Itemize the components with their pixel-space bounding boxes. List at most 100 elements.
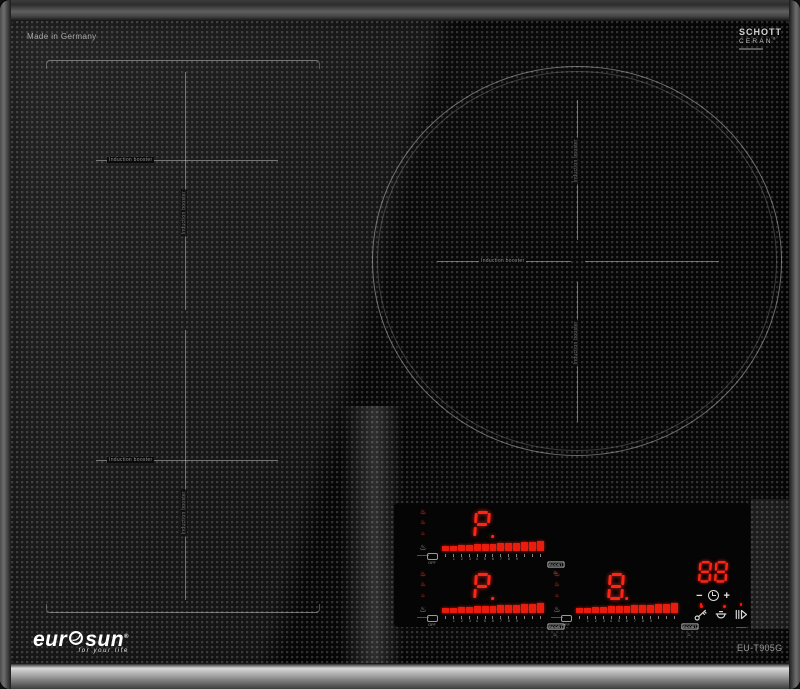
power-tick: 2 [458,616,466,624]
zone-booster-label: Induction booster [107,457,155,463]
keep-warm-key-icon[interactable]: ♨ [414,604,432,615]
bar-segment [481,606,489,613]
left-zones-bottom-bracket [46,604,320,613]
keep-warm-indicators: ♨ ♨ ♨ ♨ [414,569,432,618]
bar-segment [607,606,615,613]
power-level-display [472,573,495,601]
power-tick [520,616,528,624]
keep-warm-low-icon: ♨ [420,593,426,599]
bar-segment [442,608,449,613]
power-tick: 5 [481,616,489,624]
clock-icon[interactable] [707,590,719,601]
bar-segment [513,604,521,613]
timer-plus-key[interactable]: + [724,590,730,601]
power-tick: 1 [450,554,458,562]
power-level-bar[interactable] [442,540,544,551]
pause-led [739,603,742,606]
power-tick: 8 [505,616,513,624]
boost-key[interactable]: BOOST ♨ [680,615,699,638]
keep-warm-low-icon: ♨ [420,531,426,537]
power-off-key[interactable]: OFF [422,615,442,627]
power-level-bar[interactable] [576,602,678,613]
bar-segment [529,541,537,551]
bar-segment [505,542,513,551]
keep-warm-key[interactable] [714,603,728,628]
bar-segment [537,541,544,551]
bar-segment [583,607,591,613]
power-tick: 6 [489,554,497,562]
bar-segment [647,604,655,613]
power-tick: 3 [466,554,474,562]
slide-start-icon [426,553,438,560]
schott-fine-print [739,47,763,50]
keep-warm-high-icon: ♨ [419,571,427,578]
power-tick: 4 [473,616,481,624]
keep-warm-mid-icon: ♨ [554,582,560,588]
power-tick: 2 [592,616,600,624]
induction-hob: Made in Germany SCHOTT CERAN® Induction … [0,0,800,689]
bar-segment [442,546,449,551]
power-level-bar[interactable] [442,602,544,613]
power-slider-scale[interactable]: 123456789 [576,616,678,624]
power-tick: 4 [607,616,615,624]
made-in-label: Made in Germany [27,32,97,41]
zone-booster-label: Induction booster [181,489,187,537]
bar-segment [639,604,647,613]
slide-start-icon [560,615,572,622]
keep-warm-key-icon[interactable]: ♨ [548,604,566,615]
bar-segment [591,607,599,613]
power-level-display [606,573,629,601]
power-tick: 7 [497,554,505,562]
power-off-key[interactable]: OFF [422,553,442,565]
power-tick [442,616,450,624]
pause-key[interactable] [734,603,748,628]
power-tick: 2 [458,554,466,562]
power-tick: 7 [631,616,639,624]
power-tick: 6 [623,616,631,624]
bezel-left [0,0,11,689]
keep-warm-key-icon[interactable]: ♨ [414,542,432,553]
power-tick: 9 [647,616,655,624]
power-tick: 5 [481,554,489,562]
pot-icon [715,611,727,619]
power-tick: 6 [489,616,497,624]
keep-warm-mid-icon: ♨ [420,582,426,588]
power-tick [576,616,584,624]
cooking-zone-slider-1: ♨ ♨ ♨ ♨ OFF 123456789 BOOST ♨ [414,505,565,576]
zone-crosshair-line [585,261,719,262]
schott-ceran-logo: SCHOTT CERAN® [739,27,782,50]
zone-crosshair-line [185,330,186,600]
power-slider: OFF 123456789 BOOST ♨ [556,615,699,638]
power-slider-scale[interactable]: 123456789 [442,616,544,624]
power-tick [520,554,528,562]
keep-warm-mid-icon: ♨ [420,520,426,526]
bar-segment [615,606,623,613]
bar-segment [457,545,465,551]
bar-segment [623,605,631,613]
power-tick [536,616,544,624]
power-tick: 8 [639,616,647,624]
power-tick: 8 [505,554,513,562]
power-off-key[interactable]: OFF [556,615,576,627]
power-tick [670,616,678,624]
bar-segment [457,607,465,613]
pause-play-icon [735,609,748,620]
slide-start-icon [426,615,438,622]
power-tick: 9 [513,616,521,624]
power-tick [442,554,450,562]
eurosun-logo-o-icon [68,629,84,645]
power-slider-scale[interactable]: 123456789 [442,554,544,562]
bar-segment [449,607,457,613]
bar-segment [521,604,529,613]
bar-segment [529,603,537,613]
bar-segment [497,605,505,613]
power-tick: 3 [466,616,474,624]
pot-icon: ♨ [686,632,692,638]
power-slider: OFF 123456789 BOOST ♨ [422,615,565,638]
bar-segment [489,605,497,613]
bar-segment [465,544,473,551]
power-tick [528,554,536,562]
bar-segment [576,608,583,613]
zone-booster-label: Induction booster [107,157,155,163]
bar-segment [599,606,607,613]
